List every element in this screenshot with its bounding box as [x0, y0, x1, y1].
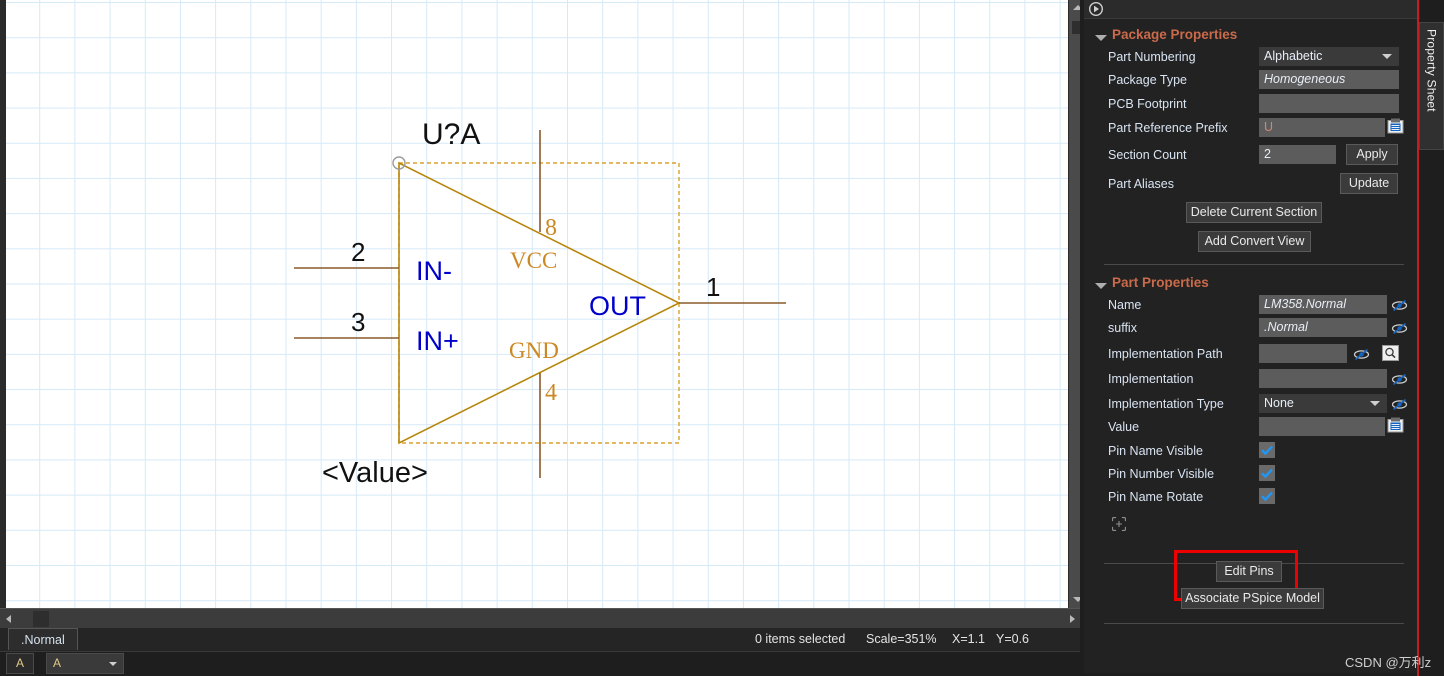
- label-implementation-type: Implementation Type: [1108, 397, 1224, 411]
- chevron-down-icon: [1370, 401, 1380, 406]
- update-button[interactable]: Update: [1340, 173, 1398, 194]
- apply-button[interactable]: Apply: [1346, 144, 1398, 165]
- section-count-input[interactable]: 2: [1259, 145, 1336, 164]
- expand-grid-icon[interactable]: [1112, 517, 1126, 531]
- scroll-down-arrow-icon[interactable]: [1069, 592, 1080, 608]
- eye-hidden-icon[interactable]: [1391, 398, 1408, 411]
- label-implementation: Implementation: [1108, 372, 1194, 386]
- part-reference-label: U?A: [422, 118, 480, 151]
- status-scale: Scale=351%: [866, 632, 937, 646]
- eye-hidden-icon[interactable]: [1391, 322, 1408, 335]
- browse-search-icon[interactable]: [1382, 345, 1399, 361]
- status-x-coordinate: X=1.1: [952, 632, 986, 646]
- pin-number-4: 4: [545, 380, 557, 406]
- canvas-horizontal-scrollbar[interactable]: [0, 608, 1080, 628]
- horizontal-scroll-thumb[interactable]: [33, 611, 49, 627]
- panel-content: Package Properties Part Numbering Alphab…: [1084, 18, 1420, 673]
- suffix-field: .Normal: [1259, 318, 1387, 337]
- pin-number-2: 2: [351, 237, 365, 267]
- pin-name-visible-checkbox[interactable]: [1259, 442, 1275, 458]
- part-numbering-dropdown[interactable]: Alphabetic: [1259, 47, 1399, 66]
- pin-name-vcc: VCC: [510, 248, 557, 273]
- value-label: <Value>: [322, 457, 428, 489]
- eye-hidden-icon[interactable]: [1391, 373, 1408, 386]
- pin-name-out: OUT: [589, 291, 646, 321]
- eye-hidden-icon[interactable]: [1391, 299, 1408, 312]
- part-properties-title: Part Properties: [1112, 275, 1209, 290]
- font-toolbar: A A: [0, 652, 1080, 676]
- section-divider-bottom: [1104, 623, 1404, 624]
- panel-menu-icon[interactable]: [1088, 1, 1104, 17]
- label-section-count: Section Count: [1108, 148, 1187, 162]
- label-pin-number-visible: Pin Number Visible: [1108, 467, 1215, 481]
- value-input[interactable]: [1259, 417, 1385, 436]
- font-select-value: A: [53, 656, 62, 670]
- label-suffix: suffix: [1108, 321, 1137, 335]
- package-properties-caret-icon[interactable]: [1095, 35, 1107, 41]
- pin-name-in-plus: IN+: [416, 326, 459, 356]
- panel-title-bar: [1084, 0, 1420, 18]
- eye-hidden-icon[interactable]: [1353, 348, 1370, 361]
- pin-number-8: 8: [545, 215, 557, 241]
- section-divider: [1104, 264, 1404, 265]
- part-numbering-value: Alphabetic: [1264, 49, 1323, 63]
- watermark: CSDN @万利z: [1345, 655, 1432, 670]
- sheet-tab-normal[interactable]: .Normal: [8, 628, 78, 650]
- pin-name-rotate-checkbox[interactable]: [1259, 488, 1275, 504]
- package-properties-title: Package Properties: [1112, 27, 1238, 42]
- schematic-canvas[interactable]: U?A <Value> 2 3 1 8 4 IN- IN+ OUT VCC GN…: [0, 0, 1080, 608]
- pin-name-gnd: GND: [509, 338, 559, 363]
- label-part-reference-prefix: Part Reference Prefix: [1108, 121, 1228, 135]
- label-implementation-path: Implementation Path: [1108, 347, 1223, 361]
- part-properties-caret-icon[interactable]: [1095, 283, 1107, 289]
- label-part-aliases: Part Aliases: [1108, 177, 1175, 191]
- edit-pins-button[interactable]: Edit Pins: [1216, 561, 1282, 582]
- font-select[interactable]: A: [46, 653, 124, 674]
- property-sheet-panel: Package Properties Part Numbering Alphab…: [1080, 0, 1444, 676]
- pin-number-3: 3: [351, 307, 365, 337]
- scroll-right-arrow-icon[interactable]: [1064, 609, 1080, 629]
- vertical-scroll-thumb[interactable]: [1072, 21, 1080, 34]
- property-sheet-vertical-tab[interactable]: Property Sheet: [1419, 22, 1444, 150]
- label-name: Name: [1108, 298, 1142, 312]
- pin-name-in-minus: IN-: [416, 256, 452, 286]
- label-pin-name-rotate: Pin Name Rotate: [1108, 490, 1204, 504]
- add-convert-view-button[interactable]: Add Convert View: [1198, 231, 1311, 252]
- clipboard-icon[interactable]: [1387, 118, 1404, 134]
- implementation-type-dropdown[interactable]: None: [1259, 394, 1387, 413]
- implementation-input[interactable]: [1259, 369, 1387, 388]
- symbol-drawing: U?A <Value> 2 3 1 8 4 IN- IN+ OUT VCC GN…: [294, 118, 786, 489]
- part-reference-prefix-input[interactable]: U: [1259, 118, 1385, 137]
- pin-number-1: 1: [706, 272, 720, 302]
- chevron-down-icon: [109, 662, 117, 666]
- implementation-path-input[interactable]: [1259, 344, 1347, 363]
- status-bar: .Normal 0 items selected Scale=351% X=1.…: [0, 628, 1080, 652]
- label-package-type: Package Type: [1108, 73, 1187, 87]
- pcb-footprint-input[interactable]: [1259, 94, 1399, 113]
- name-field: LM358.Normal: [1259, 295, 1387, 314]
- font-button[interactable]: A: [6, 653, 34, 674]
- delete-current-section-button[interactable]: Delete Current Section: [1186, 202, 1322, 223]
- label-pcb-footprint: PCB Footprint: [1108, 97, 1187, 111]
- status-y-coordinate: Y=0.6: [996, 632, 1030, 646]
- package-type-field: Homogeneous: [1259, 70, 1399, 89]
- clipboard-icon[interactable]: [1387, 417, 1404, 433]
- label-value: Value: [1108, 420, 1140, 434]
- implementation-type-value: None: [1264, 396, 1294, 410]
- canvas-vertical-scrollbar[interactable]: [1068, 0, 1080, 608]
- chevron-down-icon: [1382, 54, 1392, 59]
- label-pin-name-visible: Pin Name Visible: [1108, 444, 1203, 458]
- label-part-numbering: Part Numbering: [1108, 50, 1196, 64]
- scroll-left-arrow-icon[interactable]: [0, 609, 16, 629]
- status-items-selected: 0 items selected: [755, 632, 846, 646]
- associate-pspice-model-button[interactable]: Associate PSpice Model: [1181, 588, 1324, 609]
- pin-number-visible-checkbox[interactable]: [1259, 465, 1275, 481]
- property-sheet-tab-label: Property Sheet: [1424, 29, 1439, 112]
- scroll-up-arrow-icon[interactable]: [1069, 0, 1080, 16]
